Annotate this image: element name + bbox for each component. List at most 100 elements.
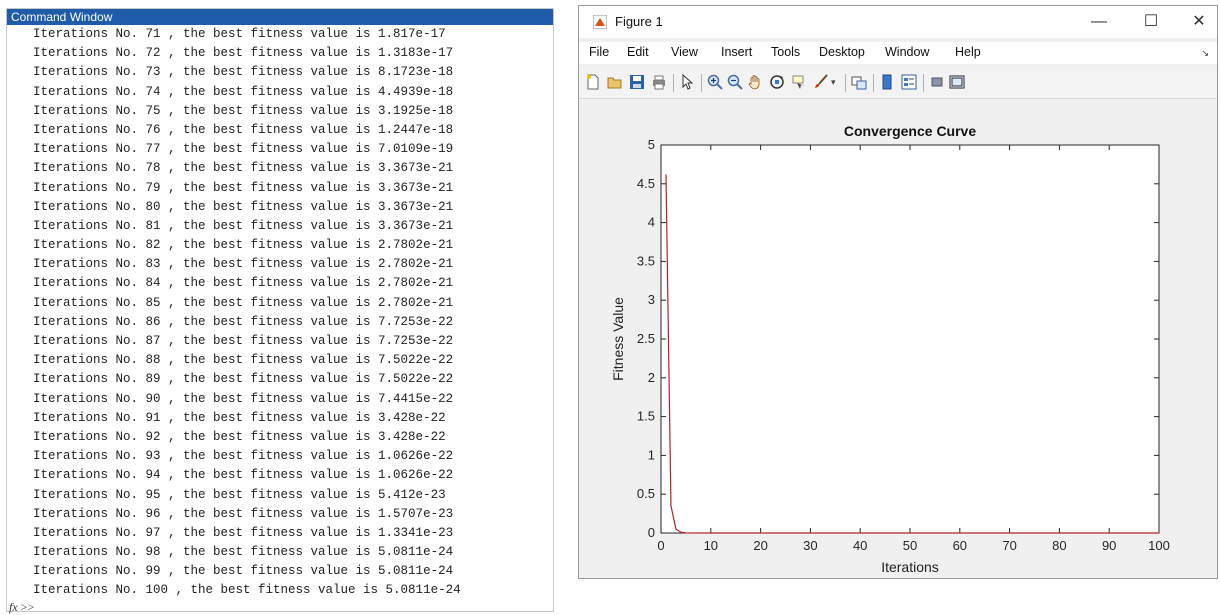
x-tick-label: 100 — [1148, 538, 1170, 553]
zoom-out-icon[interactable] — [727, 74, 743, 90]
toolbar-separator — [873, 74, 874, 92]
command-output-line: Iterations No. 82 , the best fitness val… — [33, 238, 454, 253]
y-tick-label: 2 — [648, 370, 655, 385]
command-output-line: Iterations No. 72 , the best fitness val… — [33, 46, 454, 61]
y-tick-label: 0 — [648, 525, 655, 540]
toolbar-separator — [845, 74, 846, 92]
y-tick-label: 4.5 — [637, 176, 655, 191]
save-icon[interactable] — [629, 74, 645, 90]
toolbar-separator — [923, 74, 924, 92]
minimize-button[interactable]: — — [1079, 10, 1119, 34]
maximize-button[interactable]: ☐ — [1131, 10, 1171, 34]
command-output-line: Iterations No. 76 , the best fitness val… — [33, 122, 454, 137]
menu-insert[interactable]: Insert — [721, 45, 752, 59]
zoom-in-icon[interactable] — [707, 74, 723, 90]
figure-toolbar: ▾ — [579, 68, 1217, 99]
matlab-figure-icon — [593, 15, 607, 29]
x-axis-label: Iterations — [881, 559, 939, 575]
print-icon[interactable] — [651, 74, 667, 90]
command-output-line: Iterations No. 79 , the best fitness val… — [33, 180, 454, 195]
command-output-line: Iterations No. 81 , the best fitness val… — [33, 218, 454, 233]
x-tick-label: 0 — [657, 538, 664, 553]
x-tick-label: 50 — [903, 538, 917, 553]
x-tick-label: 80 — [1052, 538, 1066, 553]
x-tick-label: 30 — [803, 538, 817, 553]
command-output-line: Iterations No. 87 , the best fitness val… — [33, 334, 454, 348]
x-tick-label: 40 — [853, 538, 867, 553]
y-tick-label: 2.5 — [637, 331, 655, 346]
command-output-line: Iterations No. 91 , the best fitness val… — [33, 410, 446, 425]
command-output-line: Iterations No. 74 , the best fitness val… — [33, 84, 454, 99]
figure-menubar: File Edit View Insert Tools Desktop Wind… — [579, 42, 1217, 64]
figure-window[interactable]: Figure 1 — ☐ ✕ File Edit View Insert Too… — [578, 5, 1218, 579]
x-tick-label: 90 — [1102, 538, 1116, 553]
colorbar-icon[interactable] — [879, 74, 895, 90]
y-tick-label: 4 — [648, 215, 655, 230]
menu-desktop[interactable]: Desktop — [819, 45, 865, 59]
command-window[interactable]: Command Window Iterations No. 71 , the b… — [6, 8, 554, 614]
toolbar-separator — [673, 74, 674, 92]
y-tick-label: 3 — [648, 292, 655, 307]
command-output-line: Iterations No. 98 , the best fitness val… — [33, 545, 454, 560]
rotate-icon[interactable] — [769, 74, 785, 90]
y-tick-label: 3.5 — [637, 253, 655, 268]
open-file-icon[interactable] — [607, 74, 623, 90]
menu-help[interactable]: Help — [955, 45, 981, 59]
command-window-title: Command Window — [7, 9, 553, 25]
menu-window[interactable]: Window — [885, 45, 929, 59]
menu-tools[interactable]: Tools — [771, 45, 800, 59]
command-output-line: Iterations No. 86 , the best fitness val… — [33, 314, 454, 329]
y-tick-label: 1 — [648, 447, 655, 462]
toolbar-separator — [701, 74, 702, 92]
link-plot-icon[interactable] — [851, 74, 867, 90]
menu-expand-arrow-icon[interactable]: ↘ — [1201, 48, 1209, 59]
axes-box — [660, 144, 1160, 534]
menu-view[interactable]: View — [671, 45, 698, 59]
fx-icon[interactable]: fx — [9, 600, 18, 614]
hide-plot-tools-icon[interactable] — [929, 74, 945, 90]
y-tick-label: 0.5 — [637, 486, 655, 501]
x-tick-label: 70 — [1002, 538, 1016, 553]
command-output-line: Iterations No. 92 , the best fitness val… — [33, 429, 446, 444]
menu-file[interactable]: File — [589, 45, 609, 59]
command-output-line: Iterations No. 94 , the best fitness val… — [33, 468, 454, 483]
brush-icon[interactable] — [813, 74, 829, 90]
legend-icon[interactable] — [901, 74, 917, 90]
show-plot-tools-icon[interactable] — [949, 74, 965, 90]
pointer-icon[interactable] — [679, 74, 695, 90]
command-output-line: Iterations No. 97 , the best fitness val… — [33, 525, 454, 540]
y-axis-label: Fitness Value — [610, 297, 626, 381]
command-output: Iterations No. 71 , the best fitness val… — [33, 25, 461, 601]
command-output-line: Iterations No. 95 , the best fitness val… — [33, 487, 446, 502]
menu-edit[interactable]: Edit — [627, 45, 649, 59]
x-tick-label: 10 — [704, 538, 718, 553]
command-output-line: Iterations No. 90 , the best fitness val… — [33, 391, 454, 406]
command-output-line: Iterations No. 77 , the best fitness val… — [33, 142, 454, 157]
command-output-line: Iterations No. 89 , the best fitness val… — [33, 372, 454, 387]
command-output-line: Iterations No. 93 , the best fitness val… — [33, 449, 454, 464]
pan-icon[interactable] — [747, 74, 763, 90]
data-cursor-icon[interactable] — [791, 74, 807, 90]
command-output-line: Iterations No. 96 , the best fitness val… — [33, 506, 454, 521]
figure-titlebar[interactable]: Figure 1 — ☐ ✕ — [579, 6, 1217, 38]
y-tick-label: 5 — [648, 137, 655, 152]
command-output-line: Iterations No. 71 , the best fitness val… — [33, 27, 446, 41]
x-tick-label: 20 — [753, 538, 767, 553]
command-output-line: Iterations No. 73 , the best fitness val… — [33, 65, 454, 80]
command-output-line: Iterations No. 88 , the best fitness val… — [33, 353, 454, 368]
prompt-symbol: >> — [20, 600, 35, 614]
figure-title: Figure 1 — [615, 14, 663, 29]
y-tick-label: 1.5 — [637, 409, 655, 424]
new-figure-icon[interactable] — [585, 74, 601, 90]
x-tick-label: 60 — [953, 538, 967, 553]
command-output-line: Iterations No. 85 , the best fitness val… — [33, 295, 454, 310]
command-output-line: Iterations No. 80 , the best fitness val… — [33, 199, 454, 214]
command-output-line: Iterations No. 100 , the best fitness va… — [33, 583, 461, 598]
command-output-line: Iterations No. 99 , the best fitness val… — [33, 564, 454, 579]
command-output-line: Iterations No. 83 , the best fitness val… — [33, 257, 454, 272]
chart-title: Convergence Curve — [844, 123, 976, 139]
command-output-line: Iterations No. 78 , the best fitness val… — [33, 161, 454, 176]
command-output-line: Iterations No. 75 , the best fitness val… — [33, 103, 454, 118]
convergence-plot[interactable]: 0 10 20 30 40 50 60 70 80 90 100 0 0.5 1 1.5 2 2.5 3 3.5 4 4… — [579, 100, 1217, 578]
close-button[interactable]: ✕ — [1179, 10, 1219, 34]
